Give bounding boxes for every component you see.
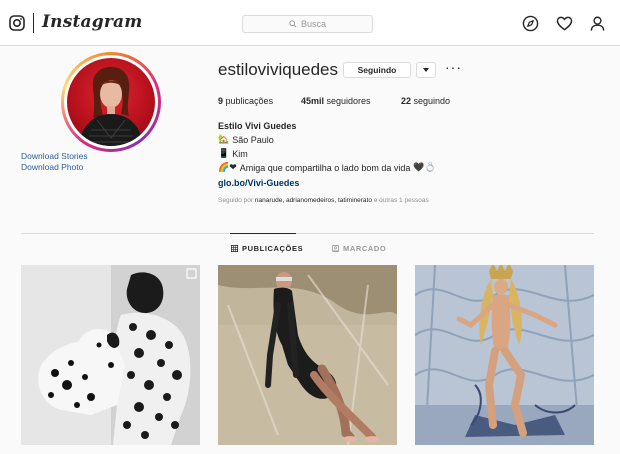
- rainbow-heart-emoji-icon: 🌈❤: [218, 163, 237, 173]
- followed-by-names: nanarude, adrianomedeiros, tatiminerato: [254, 197, 372, 204]
- bio-location-text: São Paulo: [232, 135, 274, 145]
- heart-ring-emoji-icon: 🖤💍: [413, 163, 436, 173]
- followers-stat[interactable]: 45mil seguidores: [301, 96, 371, 106]
- avatar: [67, 58, 155, 146]
- post-image-dalmatian: [21, 265, 200, 445]
- post-thumbnail-3[interactable]: [415, 265, 594, 445]
- download-photo-link[interactable]: Download Photo: [21, 162, 83, 172]
- active-tab-indicator: [230, 233, 296, 234]
- following-button[interactable]: Seguindo: [343, 62, 411, 78]
- profile-avatar-story-ring[interactable]: [61, 52, 161, 152]
- post-image-carnival: [415, 265, 594, 445]
- post-image-plastic: [218, 265, 397, 445]
- tabs-divider: [21, 233, 594, 234]
- followed-by-suffix: e outras 1 pessoas: [373, 197, 429, 204]
- search-placeholder: Busca: [300, 19, 326, 29]
- posts-stat: 9 publicações: [218, 96, 273, 106]
- caret-down-icon: [423, 68, 429, 72]
- suggestions-dropdown-button[interactable]: [416, 62, 436, 78]
- bio-description-text: Amiga que compartilha o lado bom da vida: [239, 163, 411, 173]
- profile-full-name: Estilo Vivi Guedes: [218, 121, 297, 131]
- avatar-border: [64, 55, 158, 149]
- followed-by-text[interactable]: Seguido por nanarude, adrianomedeiros, t…: [218, 197, 429, 204]
- post-thumbnail-1[interactable]: [21, 265, 200, 445]
- tagged-icon: [332, 245, 339, 252]
- grid-icon: [231, 245, 238, 252]
- bio-name-text: Kim: [232, 149, 248, 159]
- profile-website-link[interactable]: glo.bo/Vivi-Guedes: [218, 178, 299, 188]
- following-count: 22: [401, 96, 412, 106]
- posts-count: 9: [218, 96, 224, 106]
- avatar-photo: [79, 66, 143, 146]
- bio-line-name: 📱 Kim: [218, 149, 248, 159]
- tab-tagged[interactable]: MARCADO: [332, 244, 386, 253]
- search-icon: [289, 20, 297, 28]
- followers-count: 45mil: [301, 96, 325, 106]
- posts-label: publicações: [225, 96, 274, 106]
- house-emoji-icon: 🏡: [218, 135, 230, 145]
- explore-compass-icon[interactable]: [522, 15, 539, 32]
- following-stat[interactable]: 22 seguindo: [401, 96, 450, 106]
- bio-line-location: 🏡 São Paulo: [218, 135, 274, 145]
- tab-posts[interactable]: PUBLICAÇÕES: [231, 244, 303, 253]
- logo-separator: [33, 13, 34, 33]
- download-stories-link[interactable]: Download Stories: [21, 151, 88, 161]
- following-label: seguindo: [413, 96, 451, 106]
- post-thumbnail-2[interactable]: [218, 265, 397, 445]
- phone-emoji-icon: 📱: [218, 149, 230, 159]
- profile-person-icon[interactable]: [589, 15, 606, 32]
- instagram-camera-icon[interactable]: [9, 15, 25, 31]
- followed-by-prefix: Seguido por: [218, 197, 254, 204]
- activity-heart-icon[interactable]: [556, 15, 573, 32]
- bio-line-description: 🌈❤ Amiga que compartilha o lado bom da v…: [218, 163, 436, 173]
- instagram-wordmark[interactable]: Instagram: [42, 12, 142, 32]
- top-navigation-bar: Instagram Busca: [0, 0, 620, 46]
- tab-tagged-label: MARCADO: [343, 244, 387, 253]
- search-input[interactable]: Busca: [242, 15, 373, 33]
- followers-label: seguidores: [326, 96, 371, 106]
- more-options-icon[interactable]: ···: [445, 60, 462, 74]
- tab-posts-label: PUBLICAÇÕES: [242, 244, 304, 253]
- profile-username: estiloviviquedes: [218, 60, 339, 79]
